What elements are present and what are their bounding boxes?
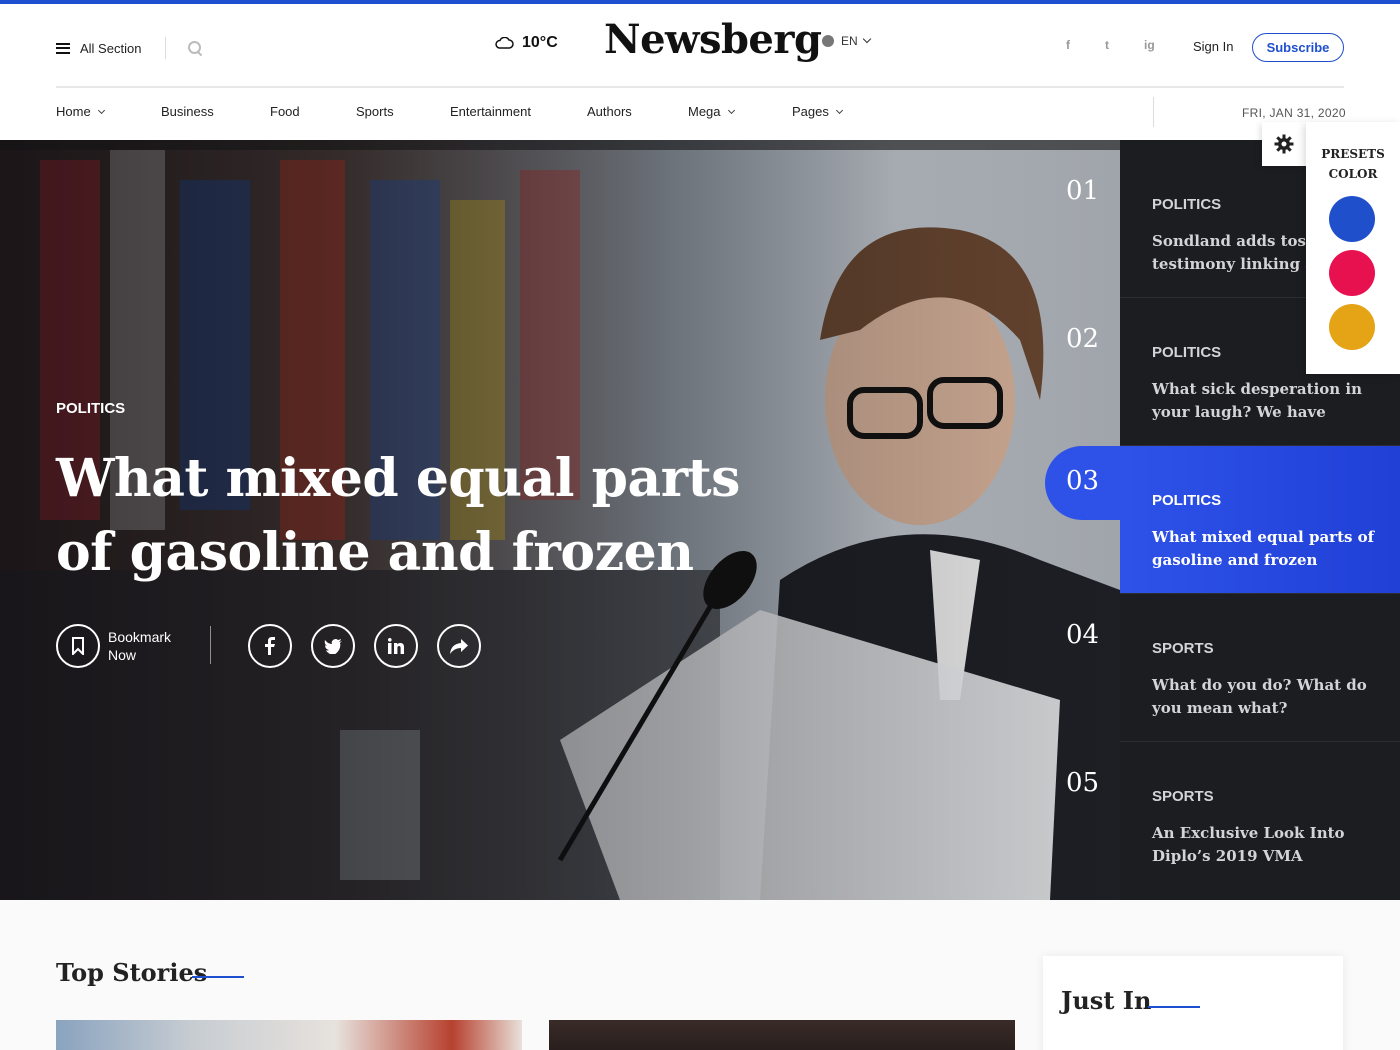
story-category: SPORTS	[1152, 640, 1214, 657]
active-story-number: 03	[1066, 466, 1100, 496]
story-card-image[interactable]	[549, 1020, 1015, 1050]
subscribe-button[interactable]: Subscribe	[1252, 33, 1344, 62]
hero-slider: POLITICS What mixed equal parts of gasol…	[0, 140, 1400, 900]
nav-label: Authors	[587, 104, 632, 119]
color-swatch-blue[interactable]	[1329, 196, 1375, 242]
globe-icon	[822, 35, 834, 47]
cloud-icon	[495, 37, 514, 49]
all-section-menu[interactable]: All Section	[56, 37, 202, 59]
presets-title: PRESETS COLOR	[1306, 144, 1400, 184]
bookmark-label: Bookmark Now	[108, 628, 171, 664]
hero-share-buttons	[248, 624, 481, 668]
nav-label: Food	[270, 104, 300, 119]
nav-label: Sports	[356, 104, 394, 119]
nav-item-business[interactable]: Business	[161, 104, 270, 119]
story-category: POLITICS	[1152, 492, 1222, 509]
top-stories-heading: Top Stories	[56, 958, 208, 987]
nav-divider	[1153, 97, 1154, 127]
presets-color-panel: PRESETS COLOR	[1306, 122, 1400, 374]
nav-label: Business	[161, 104, 214, 119]
gear-icon	[1274, 134, 1294, 154]
nav-label: Home	[56, 104, 91, 119]
story-item-03[interactable]: POLITICS What mixed equal parts of gasol…	[1120, 446, 1400, 594]
story-card-image[interactable]	[56, 1020, 522, 1050]
all-section-label: All Section	[80, 40, 142, 56]
share-icon[interactable]	[437, 624, 481, 668]
color-swatch-pink[interactable]	[1329, 250, 1375, 296]
story-number: 04	[1066, 620, 1100, 650]
site-header: All Section 10°C Newsberg EN f t ig Sign…	[0, 4, 1400, 140]
search-icon[interactable]	[188, 41, 202, 55]
just-in-widget: Just In	[1043, 956, 1343, 1050]
weather-widget: 10°C	[494, 34, 558, 52]
settings-toggle[interactable]	[1262, 122, 1306, 166]
story-number: 01	[1066, 176, 1100, 206]
story-title: What mixed equal parts of gasoline and f…	[1152, 528, 1375, 569]
hero-category[interactable]: POLITICS	[56, 400, 125, 417]
chevron-down-icon	[97, 106, 105, 114]
story-item-04[interactable]: 04 SPORTS What do you do? What do you me…	[1066, 594, 1400, 742]
hero-headline[interactable]: What mixed equal parts of gasoline and f…	[56, 442, 796, 590]
header-divider	[165, 37, 167, 59]
presets-title-line2: COLOR	[1328, 167, 1378, 181]
chevron-down-icon	[727, 106, 735, 114]
story-category: POLITICS	[1152, 344, 1222, 361]
story-title: What sick desperation in your laugh? We …	[1152, 380, 1363, 421]
bookmark-icon	[56, 624, 100, 668]
story-number: 02	[1066, 324, 1100, 354]
bookmark-button[interactable]: Bookmark Now	[56, 624, 171, 668]
presets-title-line1: PRESETS	[1321, 147, 1385, 161]
story-item-05[interactable]: 05 SPORTS An Exclusive Look Into Diplo’s…	[1066, 742, 1400, 890]
color-swatch-yellow[interactable]	[1329, 304, 1375, 350]
bookmark-label-line2: Now	[108, 647, 137, 663]
current-date: FRI, JAN 31, 2020	[1242, 106, 1346, 120]
heading-underline	[192, 976, 244, 978]
story-number: 05	[1066, 768, 1100, 798]
language-label: EN	[841, 34, 858, 48]
nav-item-sports[interactable]: Sports	[356, 104, 450, 119]
hamburger-icon	[56, 42, 70, 54]
twitter-icon[interactable]	[311, 624, 355, 668]
nav-item-authors[interactable]: Authors	[587, 104, 688, 119]
nav-label: Pages	[792, 104, 829, 119]
story-category: SPORTS	[1152, 788, 1214, 805]
nav-item-mega[interactable]: Mega	[688, 104, 792, 119]
main-nav: Home Business Food Sports Entertainment …	[56, 104, 843, 119]
just-in-heading: Just In	[1061, 986, 1152, 1015]
chevron-down-icon	[835, 106, 843, 114]
nav-item-food[interactable]: Food	[270, 104, 356, 119]
site-logo[interactable]: Newsberg	[604, 16, 822, 63]
story-title: What do you do? What do you mean what?	[1152, 676, 1367, 717]
facebook-icon[interactable]: f	[1066, 38, 1105, 52]
chevron-down-icon	[862, 34, 871, 44]
nav-label: Entertainment	[450, 104, 531, 119]
bookmark-label-line1: Bookmark	[108, 629, 172, 645]
facebook-icon[interactable]	[248, 624, 292, 668]
nav-item-pages[interactable]: Pages	[792, 104, 843, 119]
header-social-links: f t ig	[1066, 38, 1183, 52]
twitter-icon[interactable]: t	[1105, 38, 1144, 52]
sign-in-link[interactable]: Sign In	[1193, 39, 1233, 54]
story-title: An Exclusive Look Into Diplo’s 2019 VMA	[1152, 824, 1345, 865]
weather-temperature: 10°C	[522, 34, 558, 51]
instagram-icon[interactable]: ig	[1144, 38, 1183, 52]
nav-item-entertainment[interactable]: Entertainment	[450, 104, 587, 119]
nav-label: Mega	[688, 104, 721, 119]
heading-underline	[1148, 1006, 1200, 1008]
language-selector[interactable]: EN	[822, 34, 871, 48]
linkedin-icon[interactable]	[374, 624, 418, 668]
bookmark-divider	[210, 626, 211, 664]
nav-item-home[interactable]: Home	[56, 104, 161, 119]
header-rule	[56, 86, 1344, 88]
story-category: POLITICS	[1152, 196, 1222, 213]
